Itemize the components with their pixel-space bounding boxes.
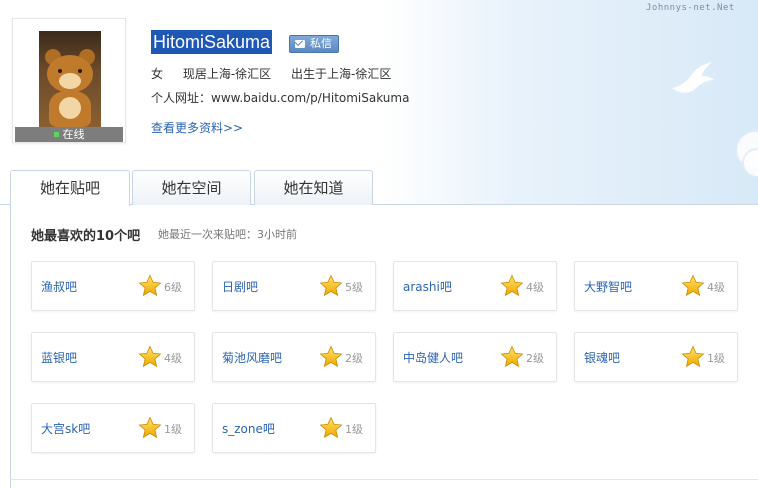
forum-name-link[interactable]: s_zone吧 <box>222 420 275 437</box>
forum-name-link[interactable]: 大宫sk吧 <box>41 420 90 437</box>
forum-level: 5级 <box>345 281 363 294</box>
star-icon <box>500 345 524 369</box>
star-icon <box>681 345 705 369</box>
forum-name-link[interactable]: 中岛健人吧 <box>403 349 463 366</box>
forum-card[interactable]: 中岛健人吧 2级 <box>393 332 557 382</box>
forum-level: 4级 <box>164 352 182 365</box>
profile-info-row: 女 现居上海-徐汇区 出生于上海-徐汇区 <box>151 65 407 82</box>
forum-card[interactable]: s_zone吧 1级 <box>212 403 376 453</box>
personal-website[interactable]: 个人网址：www.baidu.com/p/HitomiSakuma <box>151 89 409 106</box>
online-status: 在线 <box>15 127 123 142</box>
forum-level: 1级 <box>707 352 725 365</box>
gender: 女 <box>151 67 164 81</box>
forum-level: 2级 <box>526 352 544 365</box>
more-profile-link[interactable]: 查看更多资料>> <box>151 119 243 136</box>
forum-name-link[interactable]: arashi吧 <box>403 278 452 295</box>
forum-card[interactable]: 蓝银吧 4级 <box>31 332 195 382</box>
star-icon <box>319 274 343 298</box>
forum-card[interactable]: 银魂吧 1级 <box>574 332 738 382</box>
forum-card[interactable]: 渔叔吧 6级 <box>31 261 195 311</box>
content-divider <box>10 479 758 480</box>
private-message-label: 私信 <box>310 37 332 50</box>
residence: 现居上海-徐汇区 <box>182 67 272 81</box>
star-icon <box>319 345 343 369</box>
forum-card[interactable]: 大宫sk吧 1级 <box>31 403 195 453</box>
username: HitomiSakuma <box>151 30 273 54</box>
tab-tieba[interactable]: 她在贴吧 <box>10 170 130 206</box>
forum-card[interactable]: 大野智吧 4级 <box>574 261 738 311</box>
star-icon <box>138 274 162 298</box>
mail-icon <box>295 40 305 48</box>
online-status-label: 在线 <box>62 128 85 141</box>
star-icon <box>138 416 162 440</box>
forum-level: 1级 <box>345 423 363 436</box>
tab-space[interactable]: 她在空间 <box>132 170 251 205</box>
forum-level: 4级 <box>707 281 725 294</box>
bird-icon <box>672 62 714 93</box>
star-icon <box>500 274 524 298</box>
online-dot-icon <box>53 131 59 137</box>
star-icon <box>138 345 162 369</box>
avatar[interactable]: 在线 <box>12 18 126 143</box>
forum-name-link[interactable]: 日剧吧 <box>222 278 258 295</box>
forum-card[interactable]: arashi吧 4级 <box>393 261 557 311</box>
forum-level: 4级 <box>526 281 544 294</box>
forum-name-link[interactable]: 蓝银吧 <box>41 349 77 366</box>
tab-zhidao[interactable]: 她在知道 <box>254 170 373 205</box>
forum-card[interactable]: 日剧吧 5级 <box>212 261 376 311</box>
star-icon <box>319 416 343 440</box>
avatar-image <box>39 31 101 129</box>
birthplace: 出生于上海-徐汇区 <box>291 67 392 81</box>
last-visit-text: 她最近一次来贴吧：3小时前 <box>158 228 297 241</box>
forum-level: 6级 <box>164 281 182 294</box>
forum-card[interactable]: 菊池风磨吧 2级 <box>212 332 376 382</box>
forum-name-link[interactable]: 菊池风磨吧 <box>222 349 282 366</box>
forum-name-link[interactable]: 渔叔吧 <box>41 278 77 295</box>
forum-name-link[interactable]: 银魂吧 <box>584 349 620 366</box>
star-icon <box>681 274 705 298</box>
profile-page: Johnnys-net.Net 在线 HitomiSakuma 私信 女 现居上… <box>0 0 758 488</box>
private-message-button[interactable]: 私信 <box>289 35 339 53</box>
watermark: Johnnys-net.Net <box>646 3 735 13</box>
forum-name-link[interactable]: 大野智吧 <box>584 278 632 295</box>
section-title: 她最喜欢的10个吧 <box>31 229 141 244</box>
forum-level: 2级 <box>345 352 363 365</box>
forum-level: 1级 <box>164 423 182 436</box>
